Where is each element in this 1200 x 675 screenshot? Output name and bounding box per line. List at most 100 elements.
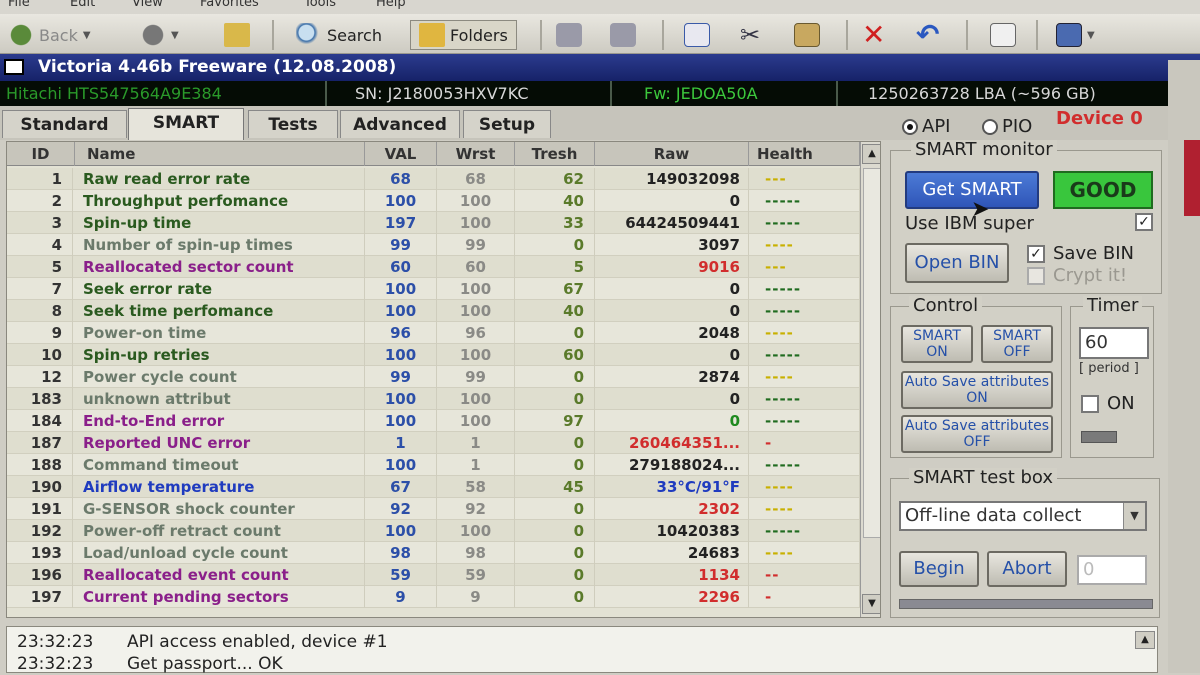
tab-standard[interactable]: Standard xyxy=(2,110,127,138)
row-id: 188 xyxy=(7,454,73,476)
row-wrst: 100 xyxy=(437,388,515,410)
paste-button[interactable] xyxy=(794,20,820,50)
folders-button[interactable]: Folders xyxy=(410,20,517,50)
row-wrst: 58 xyxy=(437,476,515,498)
table-row[interactable]: 191 G-SENSOR shock counter 92 92 0 2302 ---- xyxy=(7,498,860,520)
dropdown-arrow-icon: ▼ xyxy=(82,29,91,41)
timer-on-checkbox[interactable]: ON xyxy=(1081,393,1135,414)
menu-view[interactable]: View xyxy=(132,0,163,10)
row-tresh: 0 xyxy=(515,520,595,542)
test-value-field[interactable]: 0 xyxy=(1077,555,1147,585)
col-wrst[interactable]: Wrst xyxy=(437,142,515,166)
table-row[interactable]: 10 Spin-up retries 100 100 60 0 ----- xyxy=(7,344,860,366)
col-name[interactable]: Name xyxy=(75,142,365,166)
row-id: 5 xyxy=(7,256,73,278)
menu-edit[interactable]: Edit xyxy=(70,0,95,10)
table-row[interactable]: 1 Raw read error rate 68 68 62 149032098 --- xyxy=(7,168,860,190)
auto-save-off-button[interactable]: Auto Save attributes OFF xyxy=(901,415,1053,453)
scroll-up-icon[interactable]: ▲ xyxy=(862,144,880,164)
menu-favorites[interactable]: Favorites xyxy=(200,0,259,10)
tab-bar: Standard SMART Tests Advanced Setup API … xyxy=(0,106,1200,140)
undo-button[interactable]: ↶ xyxy=(916,20,942,50)
copy-to-button[interactable] xyxy=(610,20,636,50)
save-bin-checkbox[interactable]: ✓ Save BIN xyxy=(1027,243,1134,264)
cut-button[interactable]: ✂ xyxy=(740,20,766,50)
radio-empty-icon xyxy=(982,118,998,135)
search-button[interactable]: Search xyxy=(296,20,382,50)
row-raw: 0 xyxy=(595,278,749,300)
row-tresh: 0 xyxy=(515,542,595,564)
test-type-select[interactable]: Off-line data collect ▼ xyxy=(899,501,1147,531)
scroll-down-icon[interactable]: ▼ xyxy=(862,594,880,614)
table-row[interactable]: 5 Reallocated sector count 60 60 5 9016 --- xyxy=(7,256,860,278)
open-bin-button[interactable]: Open BIN xyxy=(905,243,1009,283)
up-folder-button[interactable] xyxy=(224,20,250,50)
forward-arrow-icon xyxy=(140,23,166,47)
col-health[interactable]: Health xyxy=(749,142,860,166)
col-val[interactable]: VAL xyxy=(365,142,437,166)
table-row[interactable]: 8 Seek time perfomance 100 100 40 0 ----- xyxy=(7,300,860,322)
table-row[interactable]: 183 unknown attribut 100 100 0 0 ----- xyxy=(7,388,860,410)
row-name: Spin-up retries xyxy=(75,344,365,366)
tab-advanced[interactable]: Advanced xyxy=(340,110,460,138)
delete-button[interactable]: ✕ xyxy=(862,20,888,50)
table-row[interactable]: 2 Throughput perfomance 100 100 40 0 ----- xyxy=(7,190,860,212)
row-health: ----- xyxy=(749,520,860,542)
scroll-up-icon[interactable]: ▲ xyxy=(1135,631,1155,649)
tab-setup[interactable]: Setup xyxy=(463,110,551,138)
row-tresh: 0 xyxy=(515,432,595,454)
table-row[interactable]: 192 Power-off retract count 100 100 0 1042038… xyxy=(7,520,860,542)
crypt-checkbox[interactable]: Crypt it! xyxy=(1027,265,1127,286)
table-row[interactable]: 197 Current pending sectors 9 9 0 2296- xyxy=(7,586,860,608)
table-row[interactable]: 190 Airflow temperature 67 58 45 33°C/91°F ---… xyxy=(7,476,860,498)
scroll-thumb[interactable] xyxy=(863,168,880,538)
move-to-icon xyxy=(556,23,582,47)
back-button[interactable]: Back ▼ xyxy=(8,20,91,50)
menu-file[interactable]: File xyxy=(8,0,30,10)
table-scrollbar[interactable]: ▲ ▼ xyxy=(860,142,880,617)
move-to-button[interactable] xyxy=(556,20,582,50)
table-row[interactable]: 184 End-to-End error 100 100 97 0 ----- xyxy=(7,410,860,432)
abort-button[interactable]: Abort xyxy=(987,551,1067,587)
use-ibm-checkbox[interactable]: ✓ xyxy=(1135,213,1153,231)
row-health: -- xyxy=(749,564,860,586)
views-button[interactable]: ▼ xyxy=(1056,20,1095,50)
copy-button[interactable] xyxy=(684,20,710,50)
properties-button[interactable] xyxy=(990,20,1016,50)
row-name: Command timeout xyxy=(75,454,365,476)
chevron-down-icon[interactable]: ▼ xyxy=(1123,503,1145,529)
col-tresh[interactable]: Tresh xyxy=(515,142,595,166)
table-row[interactable]: 4 Number of spin-up times 99 99 0 3097 ---- xyxy=(7,234,860,256)
col-raw[interactable]: Raw xyxy=(595,142,749,166)
api-radio[interactable]: API xyxy=(902,116,950,137)
drive-model: Hitachi HTS547564A9E384 xyxy=(0,81,327,106)
begin-button[interactable]: Begin xyxy=(899,551,979,587)
table-row[interactable]: 188 Command timeout 100 1 0 279188024... ----- xyxy=(7,454,860,476)
col-id[interactable]: ID xyxy=(7,142,75,166)
smart-status-badge: GOOD xyxy=(1053,171,1153,209)
smart-on-button[interactable]: SMART ON xyxy=(901,325,973,363)
auto-save-on-button[interactable]: Auto Save attributes ON xyxy=(901,371,1053,409)
menu-help[interactable]: Help xyxy=(376,0,406,10)
pio-radio[interactable]: PIO xyxy=(982,116,1032,137)
timer-group: Timer 60 [ period ] ON xyxy=(1070,296,1154,458)
row-val: 96 xyxy=(365,322,437,344)
timer-period-field[interactable]: 60 xyxy=(1079,327,1149,359)
table-row[interactable]: 187 Reported UNC error 1 1 0 260464351... - xyxy=(7,432,860,454)
delete-x-icon: ✕ xyxy=(862,18,886,51)
table-row[interactable]: 3 Spin-up time 197 100 33 64424509441 ----- xyxy=(7,212,860,234)
tab-smart[interactable]: SMART xyxy=(128,108,244,140)
forward-button[interactable]: ▼ xyxy=(140,20,179,50)
table-row[interactable]: 7 Seek error rate 100 100 67 0 ----- xyxy=(7,278,860,300)
table-row[interactable]: 196 Reallocated event count 59 59 0 1134 -- xyxy=(7,564,860,586)
table-row[interactable]: 193 Load/unload cycle count 98 98 0 24683 ---- xyxy=(7,542,860,564)
row-name: Load/unload cycle count xyxy=(75,542,365,564)
row-id: 2 xyxy=(7,190,73,212)
smart-off-button[interactable]: SMART OFF xyxy=(981,325,1053,363)
table-row[interactable]: 12 Power cycle count 99 99 0 2874 ---- xyxy=(7,366,860,388)
row-name: Raw read error rate xyxy=(75,168,365,190)
tab-tests[interactable]: Tests xyxy=(248,110,338,138)
menu-tools[interactable]: Tools xyxy=(304,0,336,10)
row-wrst: 68 xyxy=(437,168,515,190)
table-row[interactable]: 9 Power-on time 96 96 0 2048 ---- xyxy=(7,322,860,344)
